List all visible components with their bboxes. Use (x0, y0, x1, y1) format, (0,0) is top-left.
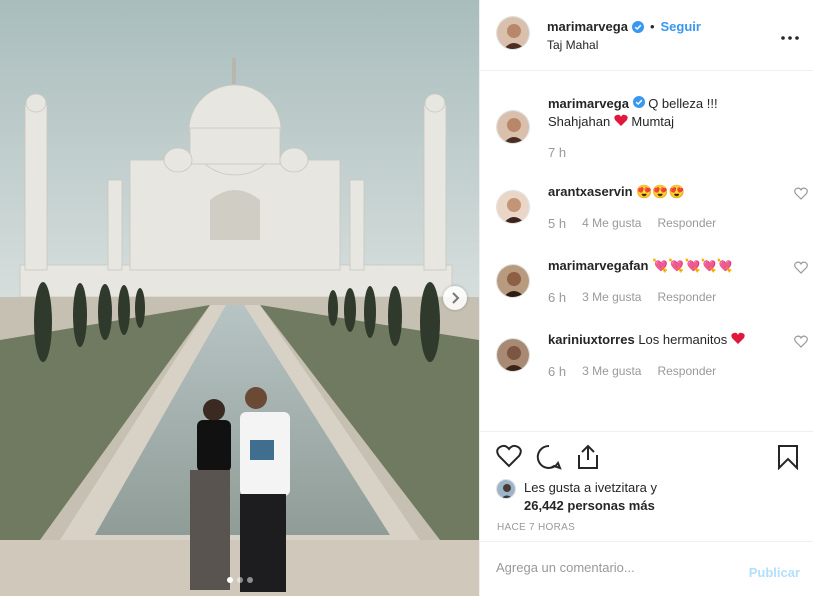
carousel-dot (246, 577, 253, 583)
more-options-icon[interactable] (781, 24, 799, 45)
add-comment-bar: Publicar (480, 541, 813, 596)
carousel-indicator (0, 577, 479, 583)
comment-bubble-icon[interactable] (536, 444, 562, 470)
bookmark-icon[interactable] (777, 444, 803, 471)
comment-meta: 6 h 3 Me gusta Responder (548, 364, 716, 379)
comment-time[interactable]: 6 h (548, 290, 566, 305)
caption-text-line1: Q belleza !!! (648, 96, 718, 111)
comment-body: marimarvegafan 💘💘💘💘💘 (548, 257, 768, 275)
like-comment-heart-icon[interactable] (794, 261, 808, 275)
comment-username[interactable]: arantxaservin (548, 184, 633, 199)
comment-meta: 6 h 3 Me gusta Responder (548, 290, 716, 305)
comment-avatar[interactable] (496, 190, 530, 224)
verified-badge-icon (631, 20, 644, 33)
carousel-dot (236, 577, 243, 583)
chevron-right-icon (452, 292, 460, 304)
reply-button[interactable]: Responder (657, 364, 716, 379)
author-avatar[interactable] (496, 16, 530, 50)
post-header: marimarvega • Seguir Taj Mahal (480, 0, 813, 71)
instagram-post-modal: marimarvega • Seguir Taj Mahal marimarve… (0, 0, 813, 596)
comment-likes[interactable]: 3 Me gusta (582, 364, 641, 379)
comment-text: 😍😍😍 (636, 184, 685, 199)
comment-body: kariniuxtorres Los hermanitos (548, 331, 768, 349)
likes-summary: Les gusta a ivetzitara y 26,442 personas… (496, 479, 657, 515)
likes-text[interactable]: Les gusta a ivetzitara y 26,442 personas… (524, 479, 657, 515)
like-comment-heart-icon[interactable] (794, 187, 808, 201)
post-timestamp[interactable]: HACE 7 HORAS (497, 522, 575, 533)
taj-mahal-photo (0, 0, 479, 596)
comment-text: Los hermanitos (638, 332, 728, 347)
comment-likes[interactable]: 4 Me gusta (582, 216, 641, 231)
heart-emoji-icon (731, 332, 745, 347)
reply-button[interactable]: Responder (657, 216, 716, 231)
heart-emoji-icon (614, 114, 632, 129)
publish-button[interactable]: Publicar (749, 565, 800, 580)
post-actions: Les gusta a ivetzitara y 26,442 personas… (480, 431, 813, 541)
next-photo-button[interactable] (443, 286, 467, 310)
liker-avatar[interactable] (496, 479, 516, 499)
carousel-dot-active (226, 577, 233, 583)
caption-text-line2b: Mumtaj (631, 114, 675, 129)
caption-username[interactable]: marimarvega (548, 96, 629, 111)
comment-avatar[interactable] (496, 264, 530, 298)
comment-likes[interactable]: 3 Me gusta (582, 290, 641, 305)
comment-time[interactable]: 6 h (548, 364, 566, 379)
comment-username[interactable]: marimarvegafan (548, 258, 648, 273)
post-photo[interactable] (0, 0, 479, 596)
verified-badge-icon (632, 96, 645, 108)
caption-text-line2a: Shahjahan (548, 114, 611, 129)
follow-button[interactable]: Seguir (661, 19, 701, 34)
comment-input[interactable] (496, 560, 736, 575)
comments-list: marimarvega Q belleza !!! Shahjahan Mumt… (480, 71, 813, 431)
caption-body: marimarvega Q belleza !!! Shahjahan Mumt… (548, 95, 768, 131)
caption-meta: 7 h (548, 145, 566, 160)
post-side-panel: marimarvega • Seguir Taj Mahal marimarve… (479, 0, 813, 596)
caption-time[interactable]: 7 h (548, 145, 566, 160)
like-comment-heart-icon[interactable] (794, 335, 808, 349)
comment-text: 💘💘💘💘💘 (652, 258, 734, 273)
comment-avatar[interactable] (496, 338, 530, 372)
comment-username[interactable]: kariniuxtorres (548, 332, 635, 347)
likes-line2: 26,442 personas más (524, 498, 655, 513)
like-heart-icon[interactable] (496, 444, 522, 470)
post-location[interactable]: Taj Mahal (547, 38, 598, 52)
separator-dot: • (649, 19, 655, 34)
comment-body: arantxaservin 😍😍😍 (548, 183, 768, 201)
caption-avatar[interactable] (496, 110, 530, 144)
reply-button[interactable]: Responder (657, 290, 716, 305)
comment-meta: 5 h 4 Me gusta Responder (548, 216, 716, 231)
comment-time[interactable]: 5 h (548, 216, 566, 231)
share-icon[interactable] (576, 444, 602, 470)
author-username[interactable]: marimarvega (547, 19, 628, 34)
likes-line1: Les gusta a ivetzitara y (524, 480, 657, 495)
